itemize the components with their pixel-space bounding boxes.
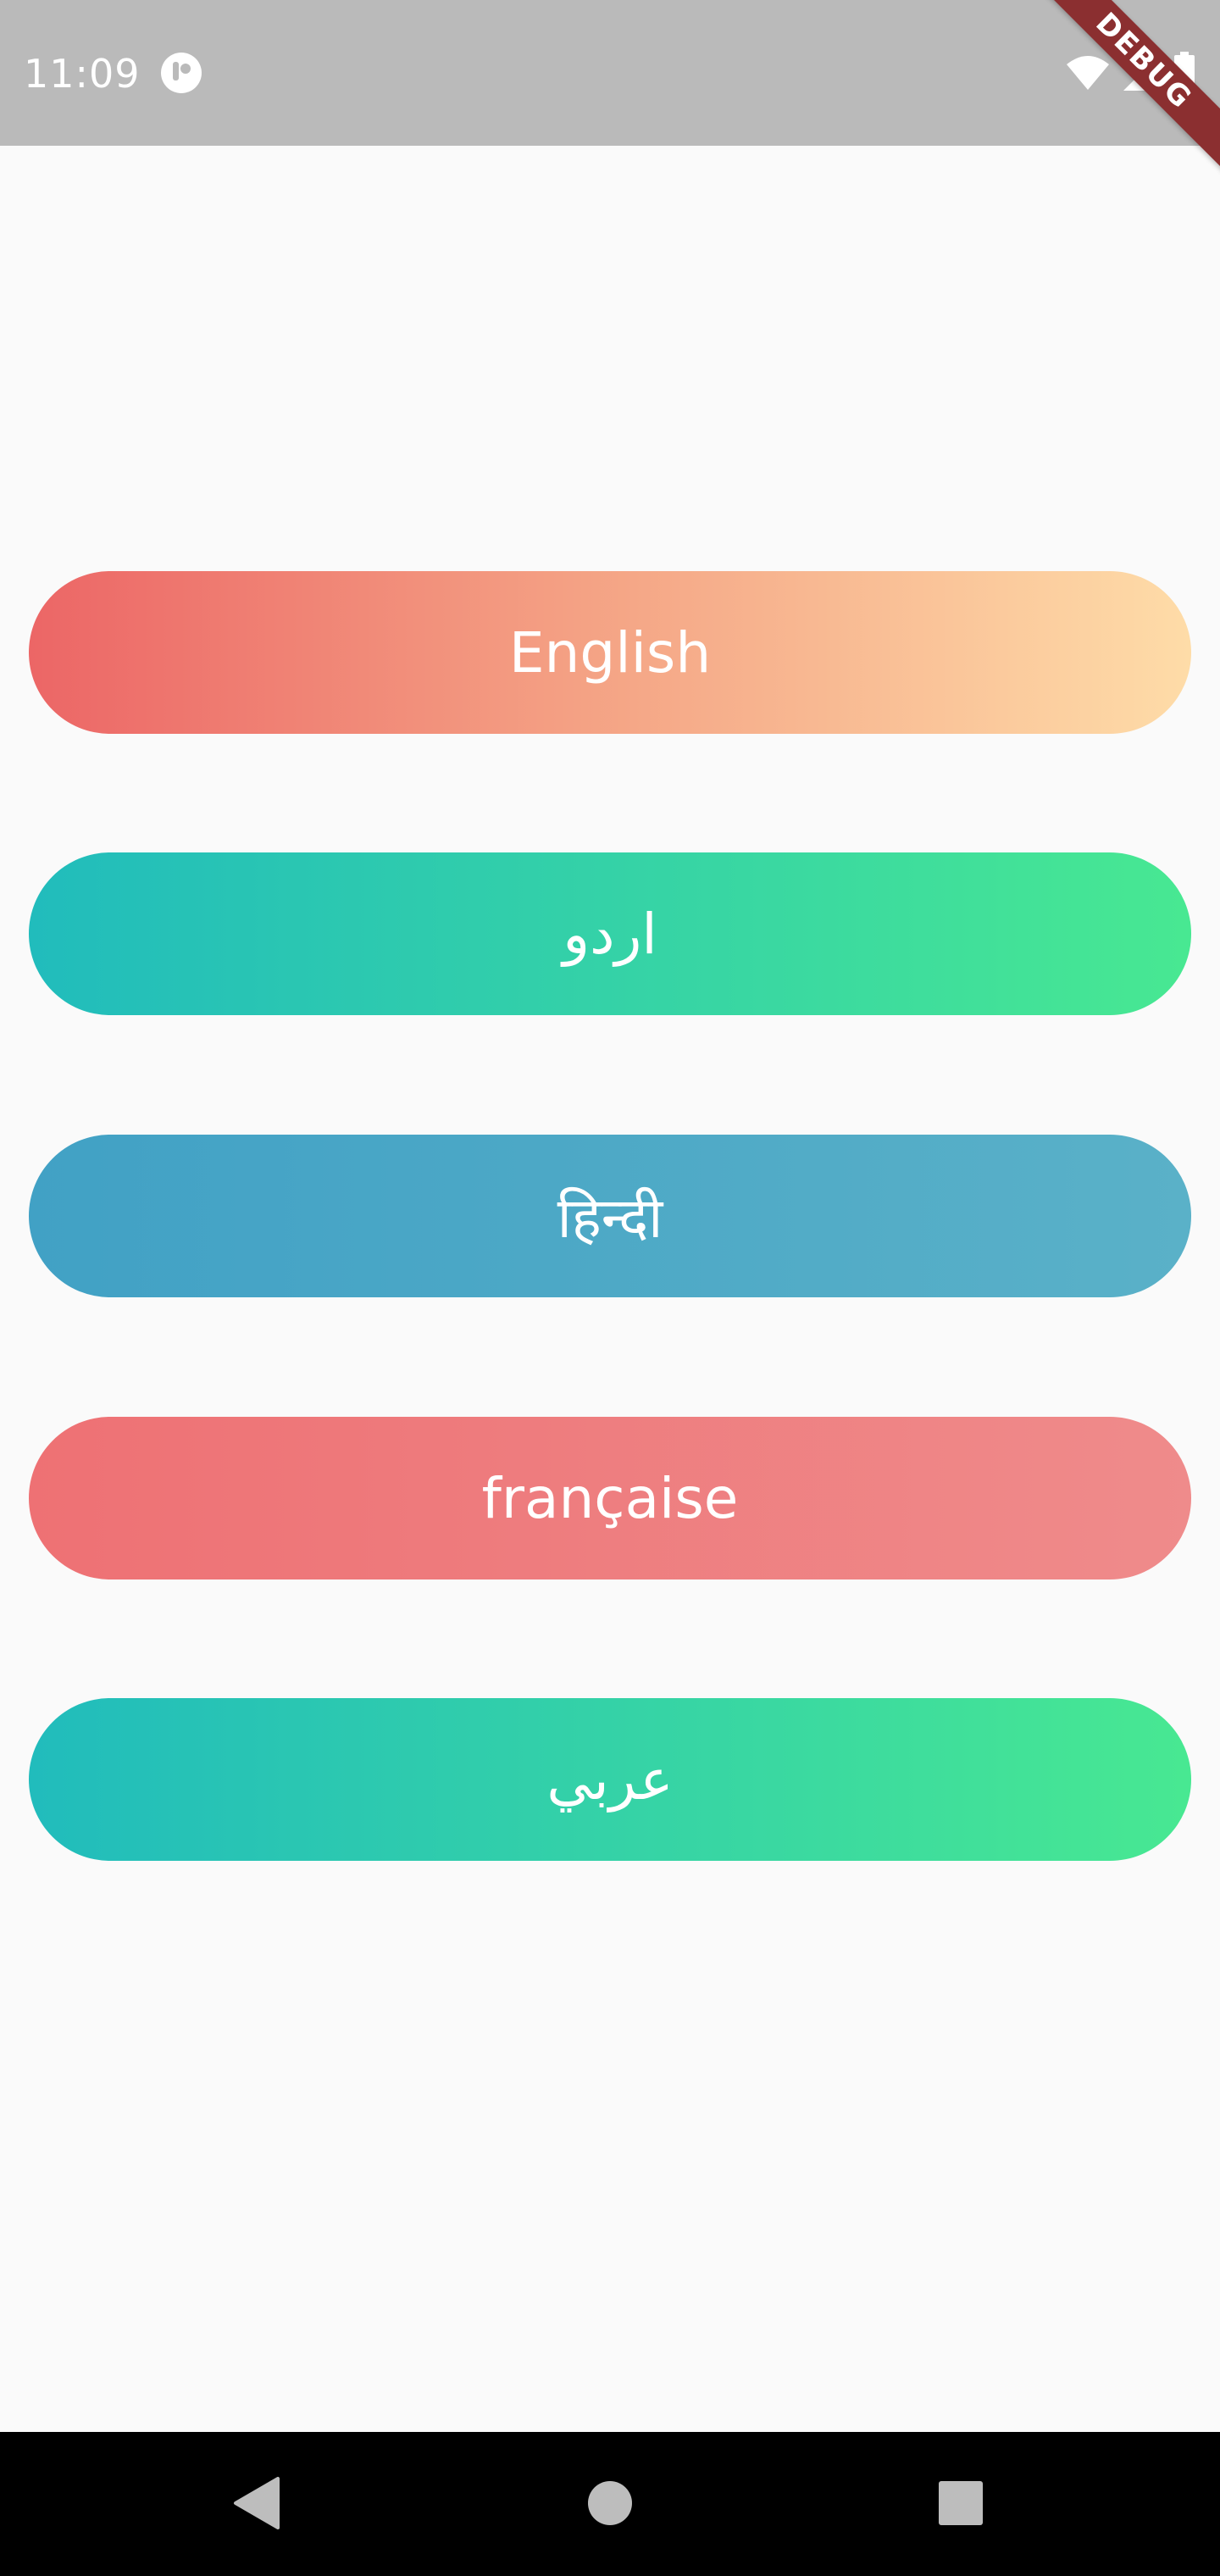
language-button-urdu[interactable]: اردو: [29, 852, 1191, 1015]
back-icon: [234, 2477, 280, 2529]
language-label: English: [508, 619, 712, 686]
home-icon: [588, 2481, 632, 2525]
navigation-bar: [0, 2432, 1220, 2576]
language-button-arabic[interactable]: عربي: [29, 1698, 1191, 1861]
language-button-hindi[interactable]: हिन्दी: [29, 1135, 1191, 1297]
app-notification-icon: [161, 53, 202, 93]
recents-button[interactable]: [927, 2469, 995, 2537]
home-button[interactable]: [576, 2469, 644, 2537]
language-label: عربي: [546, 1746, 674, 1813]
language-button-english[interactable]: English: [29, 571, 1191, 734]
wifi-icon: [1067, 56, 1109, 90]
status-bar: 11:09: [0, 0, 1220, 146]
recents-icon: [939, 2481, 983, 2525]
status-time: 11:09: [24, 51, 141, 97]
language-label: française: [481, 1465, 739, 1531]
language-label: اردو: [563, 901, 657, 967]
back-button[interactable]: [222, 2469, 290, 2537]
language-button-french[interactable]: française: [29, 1417, 1191, 1579]
language-label: हिन्दी: [557, 1185, 663, 1251]
